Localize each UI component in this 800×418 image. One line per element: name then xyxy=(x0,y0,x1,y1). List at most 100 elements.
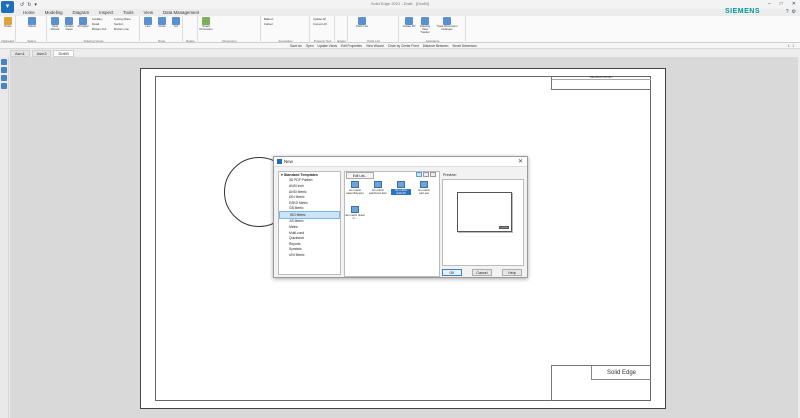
arc-button[interactable]: Arc xyxy=(169,17,183,28)
drawing-views-small-col-2: Cutting Plane Section Broken Line xyxy=(114,17,131,31)
preview-label: Preview: xyxy=(443,173,457,177)
drawing-views-small-col-1: Auxiliary Detail Broken-Out xyxy=(92,17,106,31)
cmd-save-as[interactable]: Save As xyxy=(290,44,302,48)
file-item-part[interactable]: iso metric part.par xyxy=(414,181,434,195)
cmd-circle-center[interactable]: Circle by Center Point xyxy=(388,44,419,48)
tab-tools[interactable]: Tools xyxy=(118,9,138,16)
update-all-button[interactable]: Update All xyxy=(313,17,327,21)
layers-icon[interactable] xyxy=(1,67,7,73)
balloon-button[interactable]: Balloon xyxy=(264,17,273,21)
assembly-file-icon xyxy=(351,181,359,188)
close-icon[interactable]: ✕ xyxy=(792,1,796,7)
app-menu-button[interactable]: ▾ xyxy=(1,1,14,13)
maximize-icon[interactable]: □ xyxy=(780,1,783,7)
library-icon[interactable] xyxy=(1,59,7,65)
broken-line-button[interactable]: Broken Line xyxy=(114,27,131,31)
undo-icon[interactable]: ↺ xyxy=(20,2,24,8)
create-3d-button[interactable]: Create 3D xyxy=(402,17,416,28)
edit-list-button[interactable]: Edit List... xyxy=(346,172,374,179)
callout-button[interactable]: Callout xyxy=(264,22,273,26)
tab-modeling[interactable]: Modeling xyxy=(40,9,68,16)
settings-icon[interactable]: ⚙ xyxy=(792,9,796,15)
doc-tab-asm3[interactable]: Asm3 xyxy=(31,50,52,57)
group-dimension: Smart Dimension Dimension xyxy=(199,16,261,43)
principal-button[interactable]: Principal xyxy=(76,17,90,28)
help-icon[interactable]: ? xyxy=(786,9,789,15)
command-bar: Save As Open Update Views Edit Propertie… xyxy=(0,43,800,49)
minimize-icon[interactable]: – xyxy=(768,1,771,7)
file-item-draft[interactable]: iso metric draft.dft xyxy=(391,181,411,196)
cmd-open[interactable]: Open xyxy=(306,44,314,48)
brand-logo: SIEMENS xyxy=(724,8,760,15)
convert-all-button[interactable]: Convert All xyxy=(313,22,327,26)
smart-dimension-button[interactable]: Smart Dimension xyxy=(199,17,213,31)
large-icons-view-icon[interactable] xyxy=(416,172,422,177)
tab-data-management[interactable]: Data Management xyxy=(158,9,204,16)
paste-button[interactable]: Paste xyxy=(1,17,15,28)
group-select: Select Select xyxy=(17,16,47,43)
select-button[interactable]: Select xyxy=(25,17,39,28)
doc-tab-asm1[interactable]: Asm1 xyxy=(10,50,30,57)
file-item-sheet-metal[interactable]: iso metric sheet m... xyxy=(345,206,365,220)
tab-inspect[interactable]: Inspect xyxy=(94,9,118,16)
group-draw: Line Circle Arc Draw xyxy=(141,16,183,43)
tab-diagram[interactable]: Diagram xyxy=(68,9,95,16)
title-bar: Solid Edge 2021 - Draft - [Draft3] ↺ ↻ ▾… xyxy=(0,0,800,9)
left-pane-bar xyxy=(0,57,9,418)
parts-list-button[interactable]: Parts List xyxy=(355,17,369,28)
track-dimension-changes-button[interactable]: Track Dimension Changes xyxy=(436,17,458,31)
section-button[interactable]: Section xyxy=(114,22,131,26)
template-tree: ▾ Standard Templates 3D PDF Publish ANSI… xyxy=(278,171,341,275)
cmd-edit-properties[interactable]: Edit Properties xyxy=(341,44,362,48)
group-parts-list: Parts List Parts List xyxy=(349,16,399,43)
group-edges: Edges xyxy=(336,16,348,43)
detail-button[interactable]: Detail xyxy=(92,22,106,26)
broken-out-button[interactable]: Broken-Out xyxy=(92,27,106,31)
title-block-brand: Solid Edge xyxy=(591,366,651,380)
tree-item-iso-metric[interactable]: ISO Metric xyxy=(279,211,340,220)
document-tabs: Asm1 Asm3 Draft3 xyxy=(10,50,74,57)
scale-readout: 1 : 1 xyxy=(787,44,794,48)
file-item-weldment[interactable]: iso metric weldment.asm xyxy=(368,181,388,195)
cmd-update-views[interactable]: Update Views xyxy=(318,44,338,48)
tree-item-uni-metric[interactable]: UNI Metric xyxy=(279,253,340,259)
cutting-plane-button[interactable]: Cutting Plane xyxy=(114,17,131,21)
auxiliary-button[interactable]: Auxiliary xyxy=(92,17,106,21)
help-button[interactable]: Help xyxy=(502,269,522,276)
line-button[interactable]: Line xyxy=(141,17,155,28)
drawing-view-tracker-button[interactable]: Drawing View Tracker xyxy=(418,17,432,34)
sensors-icon[interactable] xyxy=(1,75,7,81)
group-clipboard: Paste Clipboard xyxy=(0,16,16,43)
ribbon-tabs: Home Modeling Diagram Inspect Tools View… xyxy=(18,9,204,16)
group-relate: Relate xyxy=(184,16,198,43)
annotation-small-col: Balloon Callout xyxy=(264,17,273,26)
list-view-icon[interactable] xyxy=(423,172,429,177)
ok-button[interactable]: OK xyxy=(442,269,462,276)
preview-pane xyxy=(442,179,524,266)
file-item-assembly[interactable]: iso metric assembly.asm xyxy=(345,181,365,195)
dialog-close-icon[interactable]: ✕ xyxy=(518,158,523,165)
revision-block: REVISION HISTORY xyxy=(551,76,651,90)
ribbon: Paste Clipboard Select Select View Wizar… xyxy=(0,16,800,43)
circle-button[interactable]: Circle xyxy=(155,17,169,28)
tab-home[interactable]: Home xyxy=(18,9,40,16)
view-wizard-button[interactable]: View Wizard xyxy=(48,17,62,31)
cancel-button[interactable]: Cancel xyxy=(472,269,492,276)
tab-view[interactable]: View xyxy=(139,9,158,16)
update-views-button[interactable]: Update Views xyxy=(62,17,76,31)
cmd-distance-between[interactable]: Distance Between xyxy=(423,44,449,48)
redo-icon[interactable]: ↻ xyxy=(27,2,31,8)
draft-file-icon xyxy=(397,181,405,188)
cmd-smart-dimension[interactable]: Smart Dimension xyxy=(452,44,476,48)
sheet-metal-file-icon xyxy=(351,206,359,213)
part-file-icon xyxy=(420,181,428,188)
help-pane-icon[interactable] xyxy=(1,83,7,89)
group-assistants: Create 3D Drawing View Tracker Track Dim… xyxy=(400,16,466,43)
cmd-view-wizard[interactable]: View Wizard xyxy=(366,44,384,48)
doc-tab-draft3[interactable]: Draft3 xyxy=(53,50,74,57)
details-view-icon[interactable] xyxy=(430,172,436,177)
revision-header: REVISION HISTORY xyxy=(552,76,651,80)
qat-menu-icon[interactable]: ▾ xyxy=(34,2,37,8)
command-bar-items: Save As Open Update Views Edit Propertie… xyxy=(290,44,477,48)
preview-sheet-thumbnail xyxy=(457,192,512,232)
